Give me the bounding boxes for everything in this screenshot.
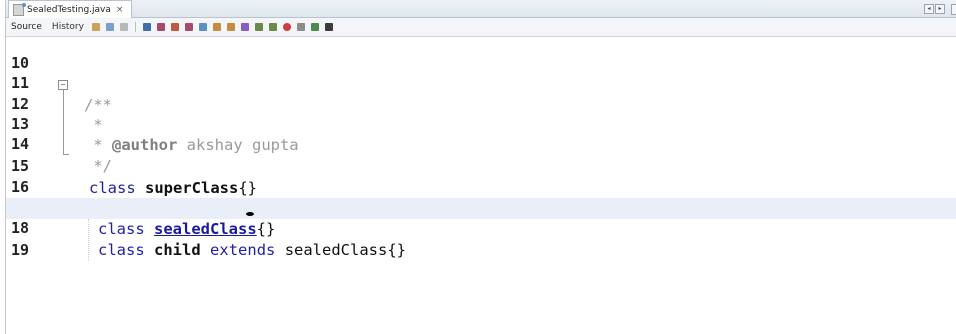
source-tab[interactable]: Source: [6, 22, 47, 32]
back-icon[interactable]: [91, 23, 100, 31]
code-line-17-current[interactable]: class sealedClass{}: [6, 198, 956, 238]
scroll-left-icon[interactable]: ◂: [924, 4, 934, 14]
tab-list-icon[interactable]: [951, 4, 956, 15]
indent-guide: [88, 219, 89, 261]
shift-right-icon[interactable]: [268, 23, 277, 31]
start-macro-icon[interactable]: [282, 23, 291, 31]
forward-icon[interactable]: [105, 23, 114, 31]
uncomment-icon[interactable]: [324, 23, 333, 31]
find-selection-icon[interactable]: [170, 23, 179, 31]
comment-icon[interactable]: [310, 23, 319, 31]
editor-window: SealedTesting.java × ◂ ▸ Source History …: [5, 0, 956, 334]
stop-macro-icon[interactable]: [296, 23, 305, 31]
tab-label: SealedTesting.java: [27, 4, 111, 15]
code-line-16[interactable]: interface superInterface{}: [6, 177, 956, 217]
code-line-14[interactable]: */: [6, 135, 956, 175]
find-next-icon[interactable]: [156, 23, 165, 31]
keyword: class: [98, 241, 145, 259]
toggle-rect-select-icon[interactable]: [198, 23, 207, 31]
prev-bookmark-icon[interactable]: [212, 23, 221, 31]
tab-bar: SealedTesting.java × ◂ ▸: [6, 0, 956, 18]
code-line-11[interactable]: /**: [6, 74, 956, 114]
find-prev-icon[interactable]: [142, 23, 151, 31]
history-tab[interactable]: History: [47, 22, 89, 32]
tab-sealedtesting[interactable]: SealedTesting.java ×: [8, 0, 133, 18]
mouse-cursor-icon: [246, 212, 254, 216]
next-bookmark-icon[interactable]: [226, 23, 235, 31]
toggle-bookmark-icon[interactable]: [240, 23, 249, 31]
close-icon[interactable]: ×: [116, 5, 124, 15]
scroll-right-icon[interactable]: ▸: [935, 4, 945, 14]
separator: [134, 22, 136, 32]
editor-toolbar: Source History: [6, 18, 956, 37]
class-name: child: [154, 241, 201, 259]
shift-left-icon[interactable]: [254, 23, 263, 31]
keyword: extends: [210, 241, 276, 259]
java-file-icon: [13, 2, 26, 16]
code-line-13[interactable]: * @author akshay gupta: [6, 114, 956, 154]
toggle-highlight-icon[interactable]: [184, 23, 193, 31]
tab-nav: ◂ ▸: [924, 4, 945, 14]
code-line-15[interactable]: class superClass{}: [6, 157, 956, 197]
code-line-18[interactable]: class child extends sealedClass{}: [6, 219, 956, 259]
code-line-12[interactable]: *: [6, 94, 956, 134]
dropdown-icon[interactable]: [119, 23, 128, 31]
line-number: 10: [11, 54, 30, 72]
